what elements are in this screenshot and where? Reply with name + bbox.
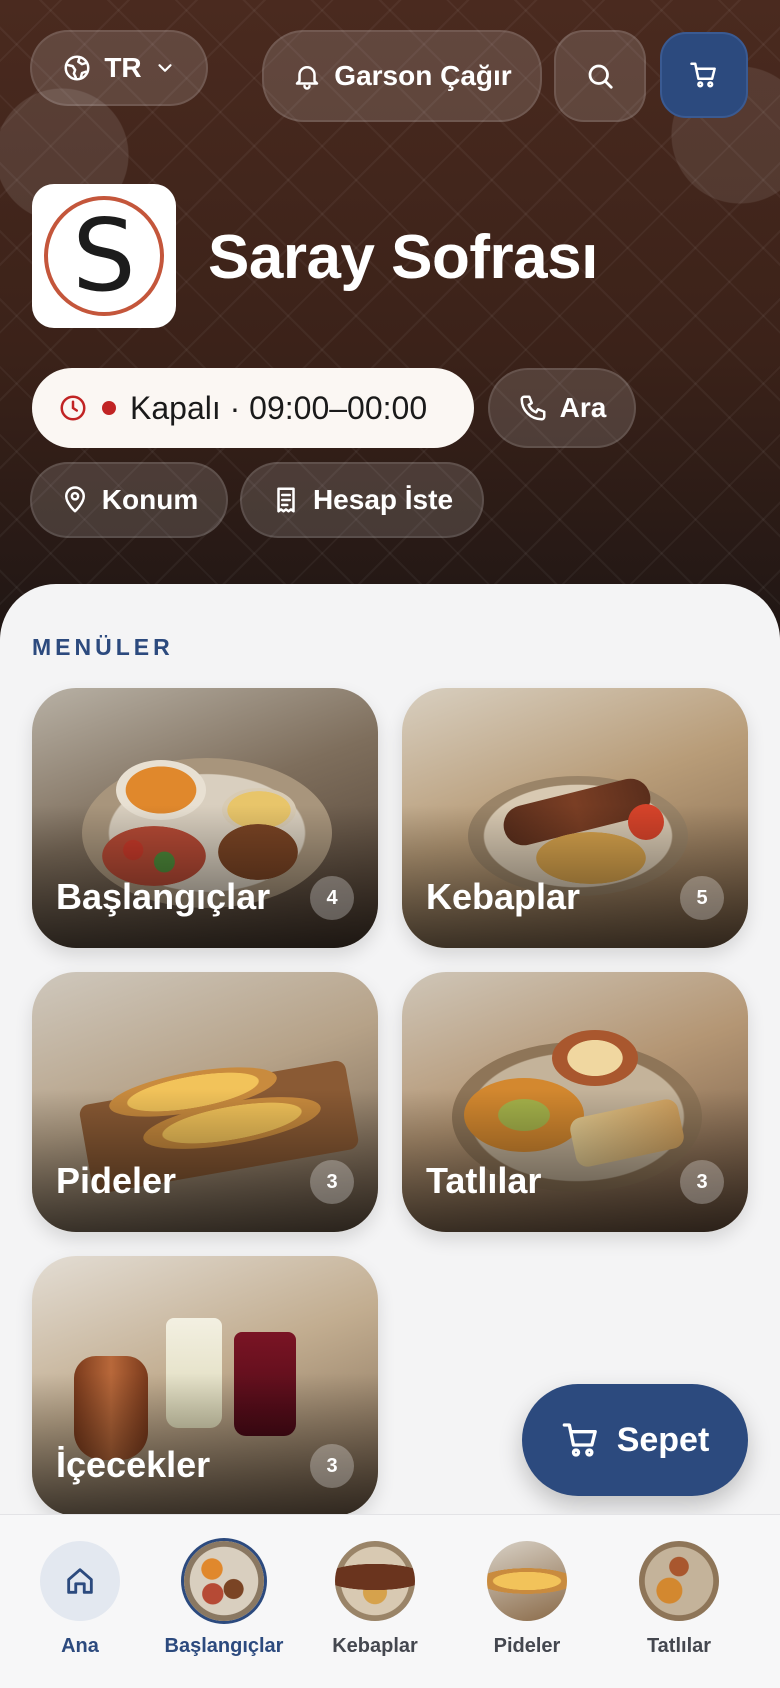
nav-item-kebaplar[interactable]: Kebaplar <box>300 1541 450 1658</box>
menu-card-count: 5 <box>680 876 724 920</box>
location-button[interactable]: Konum <box>30 462 228 538</box>
call-restaurant-button[interactable]: Ara <box>488 368 636 448</box>
menu-card-name: Başlangıçlar <box>56 876 271 917</box>
status-text: Kapalı · 09:00–00:00 <box>130 389 428 426</box>
nav-label: Ana <box>61 1635 99 1657</box>
phone-icon <box>520 395 546 421</box>
bill-label: Hesap İste <box>312 484 454 515</box>
nav-thumb <box>487 1541 567 1621</box>
cart-button-top[interactable] <box>660 32 748 118</box>
soup-bowl-image <box>116 760 206 820</box>
receipt-icon <box>277 487 295 513</box>
nav-item-pideler[interactable]: Pideler <box>452 1541 602 1658</box>
menu-card-count: 4 <box>310 876 354 920</box>
pide-image <box>105 1057 281 1127</box>
menu-card-tatlilar[interactable]: Tatlılar 3 <box>402 972 748 1232</box>
search-icon <box>588 64 613 89</box>
nav-thumb <box>184 1541 264 1621</box>
menu-card-name: Pideler <box>56 1160 177 1201</box>
opening-hours-status: Kapalı · 09:00–00:00 <box>32 368 474 448</box>
nav-label: Pideler <box>493 1635 561 1657</box>
nav-thumb <box>335 1541 415 1621</box>
menu-card-baslangiclar[interactable]: Başlangıçlar 4 <box>32 688 378 948</box>
cart-label: Sepet <box>616 1420 710 1459</box>
menu-card-name: Kebaplar <box>426 876 581 917</box>
chevron-down-icon <box>158 64 172 72</box>
menu-card-count: 3 <box>310 1444 354 1488</box>
nav-home-thumb <box>40 1541 120 1621</box>
cart-floating-button[interactable]: Sepet <box>522 1384 748 1496</box>
hummus-image <box>222 788 296 832</box>
nav-label: Kebaplar <box>332 1635 418 1657</box>
clock-icon <box>60 395 86 421</box>
lemonade-glass-image <box>166 1318 222 1428</box>
home-icon <box>67 1568 93 1594</box>
nav-label: Başlangıçlar <box>164 1635 284 1657</box>
nav-item-tatlilar[interactable]: Tatlılar <box>604 1541 754 1658</box>
menus-section-title: MENÜLER <box>32 634 174 660</box>
juice-glass-image <box>234 1332 296 1436</box>
call-waiter-button[interactable]: Garson Çağır <box>262 30 542 122</box>
call-label: Ara <box>559 392 607 423</box>
menu-card-name: Tatlılar <box>426 1160 542 1201</box>
language-selector[interactable]: TR <box>30 30 208 106</box>
language-code: TR <box>104 52 142 83</box>
hero-header: TR Garson Çağır S Saray Sofrası Kapalı ·… <box>0 0 780 640</box>
pudding-bowl-image <box>552 1030 638 1086</box>
cart-icon <box>690 62 716 88</box>
nav-label: Tatlılar <box>646 1635 712 1657</box>
nav-item-ana[interactable]: Ana <box>5 1541 155 1658</box>
location-label: Konum <box>101 484 199 515</box>
bottom-navigation: Ana Başlangıçlar Kebaplar Pideler Tatlıl… <box>0 1514 780 1688</box>
restaurant-name: Saray Sofrası <box>208 223 598 292</box>
map-pin-icon <box>64 486 85 513</box>
nav-thumb <box>639 1541 719 1621</box>
search-button[interactable] <box>554 30 646 122</box>
menu-card-icecekler[interactable]: İçecekler 3 <box>32 1256 378 1516</box>
tomato-image <box>628 804 664 840</box>
baklava-image <box>568 1097 686 1169</box>
kibbeh-image <box>218 824 298 880</box>
cart-icon <box>562 1423 597 1457</box>
status-dot <box>102 401 116 415</box>
menu-card-count: 3 <box>310 1160 354 1204</box>
globe-icon <box>64 55 90 81</box>
call-waiter-label: Garson Çağır <box>334 60 512 91</box>
menu-card-pideler[interactable]: Pideler 3 <box>32 972 378 1232</box>
menu-card-count: 3 <box>680 1160 724 1204</box>
bell-icon <box>296 66 319 90</box>
logo-letter: S <box>72 197 136 314</box>
request-bill-button[interactable]: Hesap İste <box>240 462 484 538</box>
kunefe-image <box>464 1078 584 1152</box>
restaurant-logo: S <box>32 184 176 328</box>
nav-item-baslangiclar[interactable]: Başlangıçlar <box>149 1541 299 1658</box>
pide-image <box>139 1086 325 1160</box>
menu-card-name: İçecekler <box>56 1444 211 1485</box>
menu-card-kebaplar[interactable]: Kebaplar 5 <box>402 688 748 948</box>
logo-mark: S <box>44 196 164 316</box>
